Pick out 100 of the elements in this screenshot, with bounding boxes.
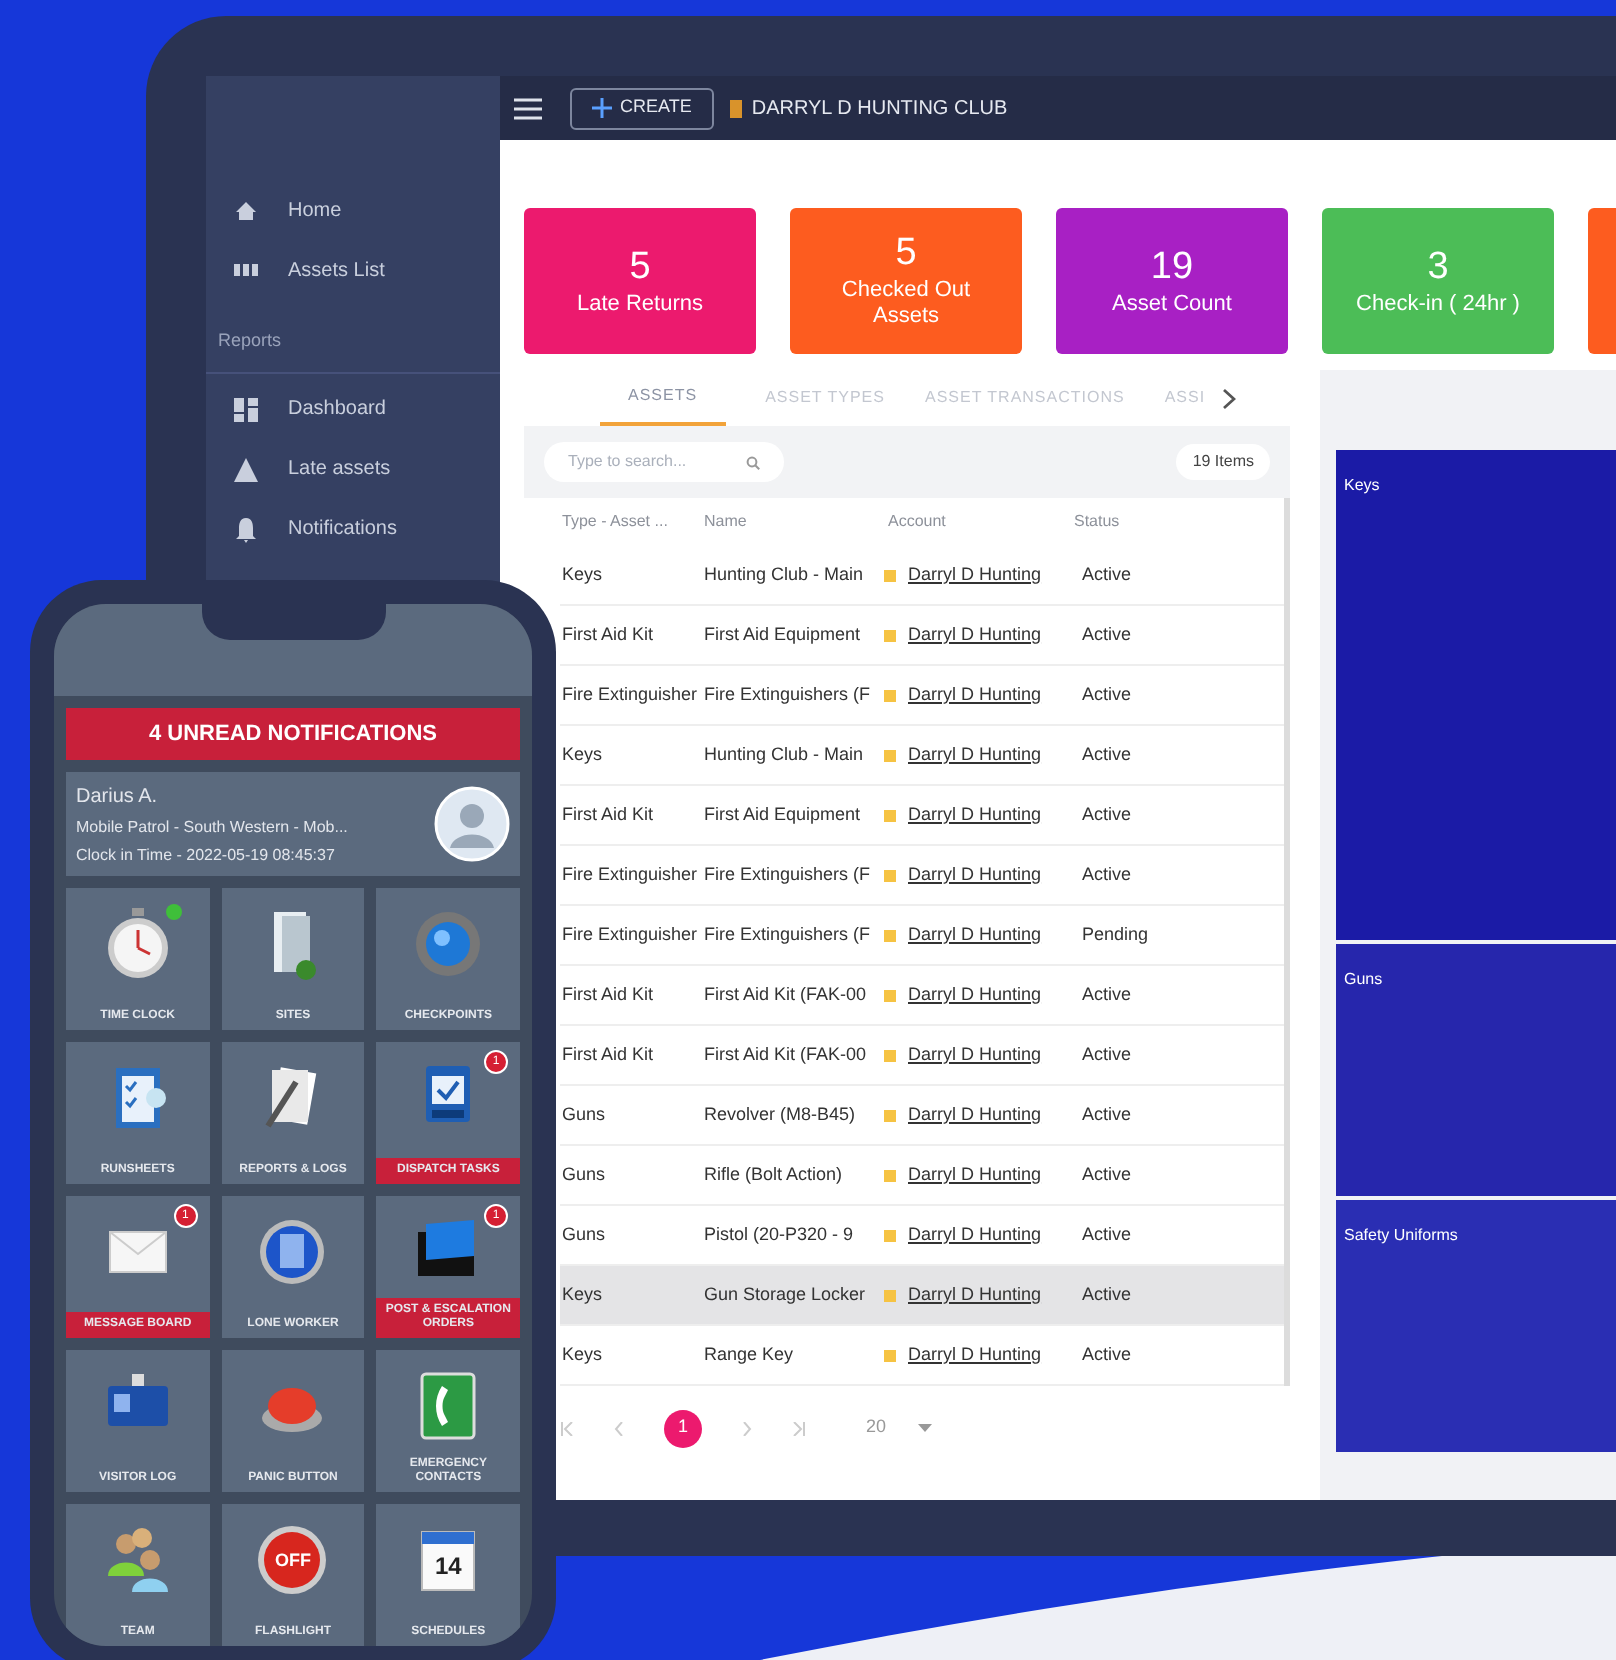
column-header: Name (702, 510, 749, 534)
dashboard-icon (232, 395, 260, 423)
account-link[interactable]: Darryl D Hunting (908, 741, 1042, 769)
table-row[interactable]: Guns Rifle (Bolt Action) Darryl D Hunting Active (560, 1146, 1284, 1206)
table-cell-text: Pistol (20-P320 - 9 (702, 1221, 856, 1248)
table-cell-text: First Aid Equipment (702, 801, 863, 828)
table-row[interactable]: Keys Range Key Darryl D Hunting Active (560, 1326, 1284, 1386)
table-cell-text: Active (1080, 1221, 1134, 1248)
account-link[interactable]: Darryl D Hunting (908, 1101, 1042, 1129)
search-field[interactable]: Type to search... (544, 442, 784, 482)
table-row[interactable]: Fire Extinguisher Fire Extinguishers (F Darryl D Hunting Active (560, 666, 1284, 726)
next-page-icon[interactable] (742, 1421, 752, 1435)
table-cell-text: First Aid Kit (560, 1041, 656, 1068)
account-link[interactable]: Darryl D Hunting (908, 1161, 1042, 1189)
account-marker (884, 1049, 896, 1061)
account-link[interactable]: Darryl D Hunting (908, 561, 1042, 589)
sidebar-item[interactable]: Assets List (206, 240, 500, 300)
table-cell-text: Keys (560, 1281, 605, 1308)
table-cell-text: First Aid Kit (560, 981, 656, 1008)
table-cell-text: Active (1080, 561, 1134, 588)
table-cell-text: Fire Extinguishers (F (702, 921, 873, 948)
sidebar-item[interactable]: Notifications (206, 499, 500, 559)
caret-icon (918, 1424, 933, 1432)
account-marker (884, 1109, 896, 1121)
table-cell-text: Revolver (M8-B45) (702, 1101, 858, 1128)
account-link[interactable]: Darryl D Hunting (908, 1281, 1042, 1309)
account-link[interactable]: Darryl D Hunting (908, 1041, 1042, 1069)
account-marker (884, 869, 896, 881)
chevron-right-icon[interactable] (1221, 387, 1236, 409)
stat-value: 19 (1150, 243, 1194, 291)
table-cell-text: Active (1080, 981, 1134, 1008)
table-cell-text: Keys (560, 741, 605, 768)
table-row[interactable]: First Aid Kit First Aid Kit (FAK-00 Darryl D Hunting Active (560, 1026, 1284, 1086)
table-row[interactable]: First Aid Kit First Aid Equipment Darryl D Hunting Active (560, 786, 1284, 846)
table-row[interactable]: First Aid Kit First Aid Equipment Darryl D Hunting Active (560, 606, 1284, 666)
table-cell-text: First Aid Kit (FAK-00 (702, 1041, 869, 1068)
sidebar-item[interactable]: Dashboard (206, 379, 500, 439)
account-link[interactable]: Darryl D Hunting (908, 1221, 1042, 1249)
table-cell-text: Fire Extinguisher (560, 861, 694, 888)
search-input[interactable]: Type to search... (568, 450, 728, 474)
table-cell-text: Range Key (702, 1341, 796, 1368)
account-link[interactable]: Darryl D Hunting (908, 681, 1042, 709)
stat-label: Asset Count (1110, 291, 1234, 319)
table-cell-text: Gun Storage Locker (702, 1281, 868, 1308)
account-link[interactable]: Darryl D Hunting (908, 861, 1042, 889)
table-cell-text: Fire Extinguisher (560, 921, 694, 948)
stat-value: 3 (1427, 243, 1449, 291)
table-row[interactable]: First Aid Kit First Aid Kit (FAK-00 Darryl D Hunting Active (560, 966, 1284, 1026)
create-button[interactable]: CREATE (570, 87, 714, 129)
table-cell-text: Guns (560, 1161, 608, 1188)
table-cell-text: Hunting Club - Main (702, 741, 866, 768)
last-page-icon[interactable] (792, 1421, 806, 1435)
page-button[interactable]: 1 (664, 1409, 702, 1447)
account-marker (884, 569, 896, 581)
account-marker (884, 929, 896, 941)
table-cell-text: Guns (560, 1221, 608, 1248)
first-page-icon[interactable] (560, 1421, 574, 1435)
table-cell-text: Hunting Club - Main (702, 561, 866, 588)
account-marker (884, 1229, 896, 1241)
table-cell-text: Active (1080, 1341, 1134, 1368)
table-cell-text: Active (1080, 1161, 1134, 1188)
profile-name: Darius A. (76, 783, 160, 811)
stat-label: Late Returns (575, 291, 705, 319)
account-link[interactable]: Darryl D Hunting (908, 981, 1042, 1009)
table-row[interactable]: Keys Hunting Club - Main Darryl D Hunting Active (560, 726, 1284, 786)
table-cell-text: Active (1080, 1281, 1134, 1308)
table-cell-text: Keys (560, 1341, 605, 1368)
table-row[interactable]: Guns Revolver (M8-B45) Darryl D Hunting Active (560, 1086, 1284, 1146)
account-marker (884, 749, 896, 761)
table-row[interactable]: Fire Extinguisher Fire Extinguishers (F Darryl D Hunting Active (560, 846, 1284, 906)
sidebar-item[interactable]: Late assets (206, 439, 500, 499)
stat-label: Checked Out Assets (839, 277, 973, 333)
table-cell-text: Pending (1080, 921, 1151, 948)
sidebar-item[interactable]: Home (206, 180, 500, 240)
table-row[interactable]: Fire Extinguisher Fire Extinguishers (F Darryl D Hunting Pending (560, 906, 1284, 966)
account-link[interactable]: Darryl D Hunting (908, 921, 1042, 949)
table-cell-text: Guns (560, 1101, 608, 1128)
table-cell-text: First Aid Equipment (702, 621, 863, 648)
menu-icon[interactable] (514, 97, 542, 119)
table-cell-text: First Aid Kit (560, 621, 656, 648)
table-cell-text: Active (1080, 801, 1134, 828)
column-header: Type - Asset ... (560, 510, 670, 534)
account-marker (884, 689, 896, 701)
block-label: Safety Uniforms (1344, 1225, 1458, 1244)
column-header: Status (1074, 510, 1122, 534)
account-link[interactable]: Darryl D Hunting (908, 1341, 1042, 1369)
account-link[interactable]: Darryl D Hunting (908, 621, 1042, 649)
block-label: Keys (1344, 476, 1380, 494)
table-cell-text: First Aid Kit (FAK-00 (702, 981, 869, 1008)
column-header: Account (886, 510, 948, 534)
table-row[interactable]: Keys Hunting Club - Main Darryl D Hunting Active (560, 546, 1284, 606)
table-row[interactable]: Keys Gun Storage Locker Darryl D Hunting Active (560, 1266, 1284, 1326)
notification-bar[interactable]: 4 UNREAD NOTIFICATIONS (66, 708, 520, 760)
account-marker (884, 629, 896, 641)
account-link[interactable]: Darryl D Hunting (908, 801, 1042, 829)
table-cell-text: Fire Extinguishers (F (702, 861, 873, 888)
account-marker (884, 1289, 896, 1301)
previous-page-icon[interactable] (614, 1421, 624, 1435)
table-cell-text: Rifle (Bolt Action) (702, 1161, 845, 1188)
icon-label: 14 (432, 1550, 464, 1582)
